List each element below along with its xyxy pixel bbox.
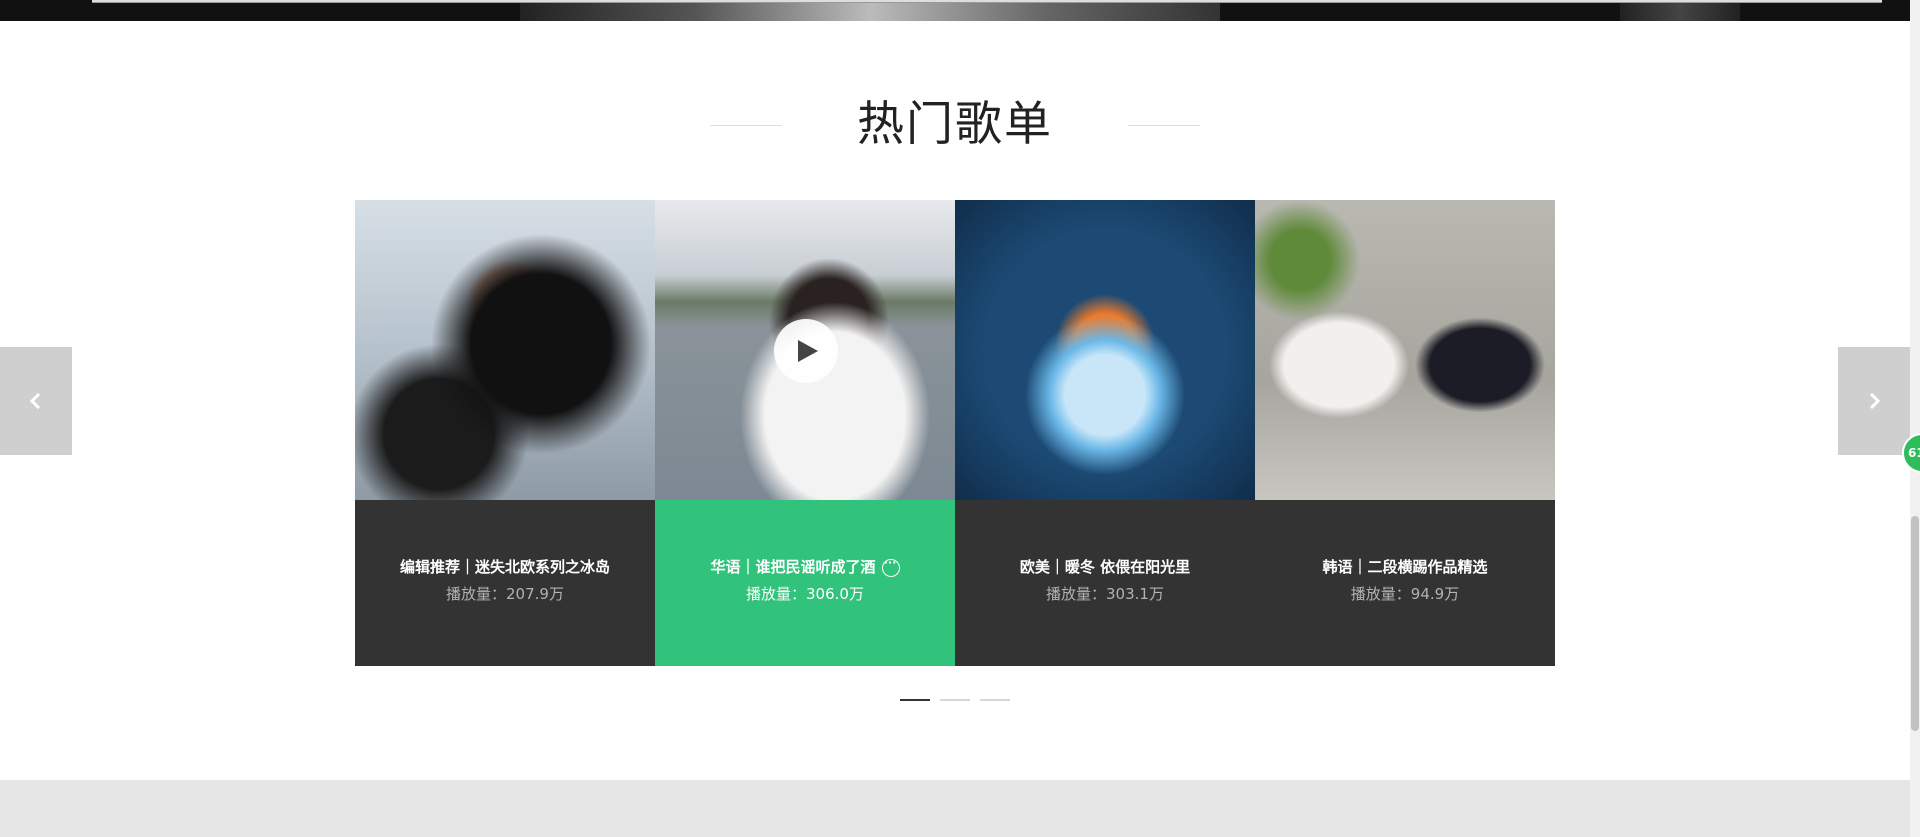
playlist-info: 韩语｜二段横踢作品精选 播放量：94.9万 [1255, 500, 1555, 666]
playlist-title[interactable]: 韩语｜二段横踢作品精选 [1255, 556, 1555, 577]
playlist-info: 欧美｜暖冬 依偎在阳光里 播放量：303.1万 [955, 500, 1255, 666]
playlist-title[interactable]: 华语｜谁把民谣听成了酒 [710, 558, 875, 576]
playlist-info: 编辑推荐｜迷失北欧系列之冰岛 播放量：207.9万 [355, 500, 655, 666]
playlist-cover[interactable] [955, 200, 1255, 500]
playlist-cover[interactable] [655, 200, 955, 500]
chevron-right-icon [1869, 393, 1881, 409]
next-section-band [0, 780, 1910, 837]
pagination-dot-3[interactable] [980, 699, 1010, 701]
banner-image-fragment [520, 0, 1220, 21]
playlist-card[interactable]: 编辑推荐｜迷失北欧系列之冰岛 播放量：207.9万 [355, 200, 655, 666]
top-banner-strip [0, 0, 1910, 21]
playlist-title-row: 华语｜谁把民谣听成了酒 [655, 556, 955, 577]
chevron-left-icon [29, 393, 41, 409]
playlist-card[interactable]: 韩语｜二段横踢作品精选 播放量：94.9万 [1255, 200, 1555, 666]
carousel-next-button[interactable] [1838, 347, 1910, 455]
playlist-title[interactable]: 编辑推荐｜迷失北欧系列之冰岛 [355, 556, 655, 577]
browser-bar-edge [92, 0, 1882, 3]
page-scrollbar-thumb[interactable] [1911, 516, 1919, 731]
play-button[interactable] [774, 319, 838, 383]
pagination-dot-1[interactable] [900, 699, 930, 701]
playlist-cover[interactable] [355, 200, 655, 500]
banner-image-fragment-right [1620, 0, 1740, 21]
playlist-cover[interactable] [1255, 200, 1555, 500]
section-header: 热门歌单 [0, 90, 1910, 160]
playlist-info: 华语｜谁把民谣听成了酒 播放量：306.0万 [655, 500, 955, 666]
playlist-card[interactable]: 欧美｜暖冬 依偎在阳光里 播放量：303.1万 [955, 200, 1255, 666]
more-icon[interactable] [881, 556, 900, 577]
title-divider-right [1128, 125, 1200, 126]
playlist-play-count: 播放量：207.9万 [446, 585, 564, 603]
title-divider-left [710, 125, 782, 126]
pagination-dot-2[interactable] [940, 699, 970, 701]
playlist-carousel: 编辑推荐｜迷失北欧系列之冰岛 播放量：207.9万 华语｜谁把民谣听成了酒 播放… [355, 200, 1555, 666]
carousel-prev-button[interactable] [0, 347, 72, 455]
playlist-play-count: 播放量：303.1万 [1046, 585, 1164, 603]
playlist-play-count: 播放量：94.9万 [1350, 585, 1460, 603]
playlist-title[interactable]: 欧美｜暖冬 依偎在阳光里 [955, 556, 1255, 577]
play-icon [798, 340, 818, 362]
playlist-card-hovered[interactable]: 华语｜谁把民谣听成了酒 播放量：306.0万 [655, 200, 955, 666]
section-title: 热门歌单 [857, 97, 1053, 152]
playlist-play-count: 播放量：306.0万 [746, 585, 864, 603]
